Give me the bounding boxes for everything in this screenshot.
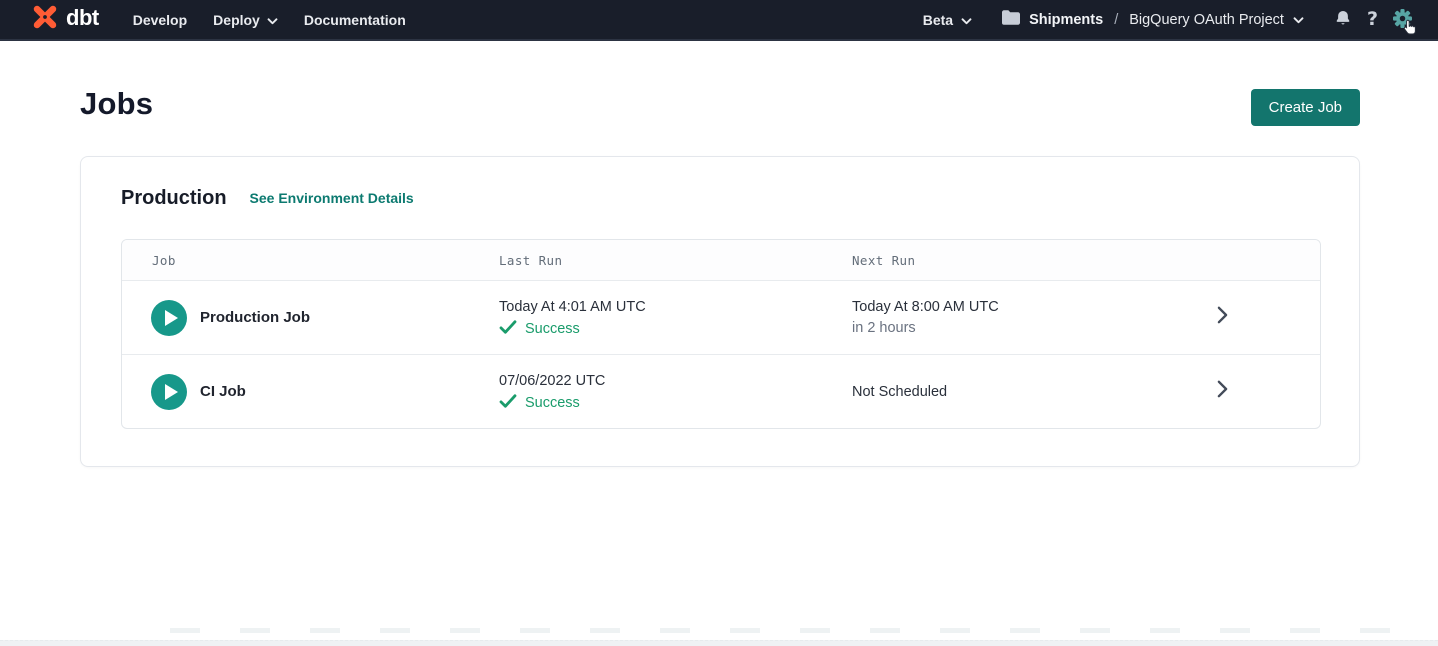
last-run-cell: Today At 4:01 AM UTC Success (499, 297, 852, 338)
run-job-play-button[interactable] (151, 300, 187, 336)
page-bottom-skeleton (170, 628, 1428, 633)
chevron-right-icon (1217, 380, 1228, 403)
last-run-time: 07/06/2022 UTC (499, 371, 852, 391)
next-run-note: in 2 hours (852, 318, 1122, 338)
top-navbar: dbt Develop Deploy Documentation Beta Sh… (0, 0, 1438, 41)
column-header-next-run: Next Run (852, 253, 1122, 268)
primary-nav: Develop Deploy Documentation (133, 12, 406, 28)
success-check-icon (499, 320, 517, 338)
success-check-icon (499, 394, 517, 412)
play-icon (165, 384, 178, 400)
nav-item-deploy[interactable]: Deploy (213, 12, 278, 28)
chevron-down-icon (1293, 12, 1304, 28)
last-run-time: Today At 4:01 AM UTC (499, 297, 852, 317)
dbt-logo-text: dbt (66, 7, 99, 32)
run-job-play-button[interactable] (151, 374, 187, 410)
breadcrumb-project[interactable]: Shipments (1029, 12, 1103, 28)
play-icon (165, 310, 178, 326)
next-run-cell: Not Scheduled (852, 382, 1122, 402)
dbt-logo-icon (30, 2, 60, 37)
bell-icon (1334, 9, 1352, 31)
navbar-icon-buttons: ? (1334, 9, 1412, 31)
chevron-right-icon (1217, 306, 1228, 329)
next-run-time: Not Scheduled (852, 382, 1122, 402)
folder-icon (1002, 10, 1020, 29)
nav-item-deploy-label: Deploy (213, 12, 260, 28)
environment-name: Production (121, 187, 227, 210)
breadcrumb: Shipments / BigQuery OAuth Project (1002, 10, 1304, 29)
job-cell: CI Job (122, 374, 499, 410)
dbt-logo[interactable]: dbt (30, 2, 99, 37)
nav-item-develop[interactable]: Develop (133, 12, 187, 28)
page-bottom-strip (0, 640, 1438, 646)
breadcrumb-separator: / (1112, 12, 1120, 28)
see-environment-details-link[interactable]: See Environment Details (250, 190, 414, 206)
last-run-cell: 07/06/2022 UTC Success (499, 371, 852, 412)
question-mark-icon: ? (1367, 10, 1378, 29)
last-run-status-label: Success (525, 395, 580, 411)
notifications-button[interactable] (1334, 9, 1352, 31)
environment-card: Production See Environment Details Job L… (80, 156, 1360, 467)
beta-dropdown[interactable]: Beta (923, 12, 972, 28)
column-header-last-run: Last Run (499, 253, 852, 268)
chevron-down-icon (961, 12, 972, 28)
navbar-right: Beta Shipments / BigQuery OAuth Project (923, 9, 1412, 31)
jobs-table: Job Last Run Next Run Production Job Tod… (121, 239, 1321, 429)
breadcrumb-environment-label: BigQuery OAuth Project (1129, 12, 1284, 28)
help-button[interactable]: ? (1367, 10, 1378, 29)
column-header-job: Job (122, 253, 499, 268)
job-row-production-job[interactable]: Production Job Today At 4:01 AM UTC Succ… (122, 280, 1320, 354)
job-cell: Production Job (122, 300, 499, 336)
chevron-down-icon (267, 12, 278, 28)
row-open-chevron[interactable] (1122, 380, 1321, 403)
last-run-status: Success (499, 320, 852, 338)
job-name: Production Job (200, 309, 310, 326)
jobs-table-header-row: Job Last Run Next Run (122, 240, 1320, 280)
create-job-button[interactable]: Create Job (1251, 89, 1360, 126)
next-run-cell: Today At 8:00 AM UTC in 2 hours (852, 297, 1122, 338)
nav-item-documentation[interactable]: Documentation (304, 12, 406, 28)
last-run-status-label: Success (525, 321, 580, 337)
row-open-chevron[interactable] (1122, 306, 1321, 329)
last-run-status: Success (499, 394, 852, 412)
environment-card-header: Production See Environment Details (121, 183, 1319, 213)
next-run-time: Today At 8:00 AM UTC (852, 297, 1122, 317)
job-row-ci-job[interactable]: CI Job 07/06/2022 UTC Success Not Schedu… (122, 354, 1320, 428)
mouse-pointer-icon (1403, 19, 1417, 38)
beta-label: Beta (923, 12, 953, 28)
breadcrumb-environment-dropdown[interactable]: BigQuery OAuth Project (1129, 12, 1304, 28)
job-name: CI Job (200, 383, 246, 400)
page-title: Jobs (80, 86, 153, 122)
settings-button[interactable] (1393, 9, 1412, 31)
